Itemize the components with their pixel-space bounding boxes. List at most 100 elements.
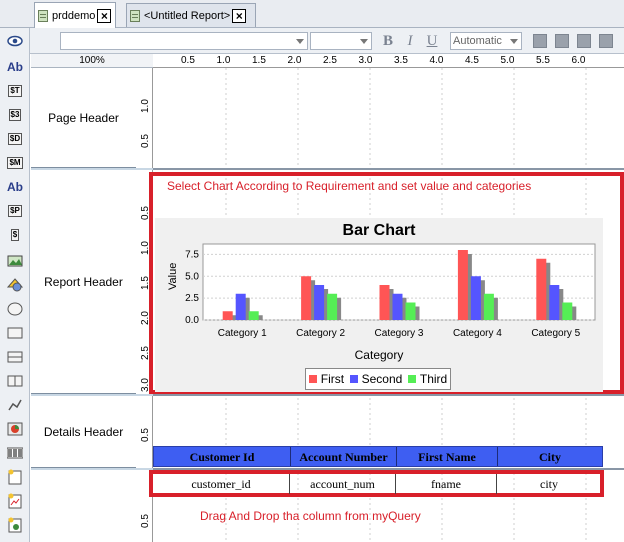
align-center-button[interactable] xyxy=(555,34,569,48)
tab-untitled-label: <Untitled Report> xyxy=(144,9,231,22)
vruler-tick: 0.5 xyxy=(140,428,151,442)
bar-third-2[interactable] xyxy=(327,293,338,320)
legend-label: Second xyxy=(361,372,403,386)
align-right-button[interactable] xyxy=(577,34,591,48)
bar-first-4[interactable] xyxy=(457,250,468,320)
field-fname[interactable]: fname xyxy=(396,474,497,494)
text-field-icon[interactable]: Ab xyxy=(5,58,25,76)
header-first-name[interactable]: First Name xyxy=(397,447,498,466)
resource-field-icon[interactable]: $P xyxy=(5,202,25,220)
zoom-level[interactable]: 100% xyxy=(31,54,153,68)
tab-untitled-report[interactable]: <Untitled Report> × xyxy=(126,3,256,27)
shapes-icon[interactable] xyxy=(5,276,25,294)
bar-second-1[interactable] xyxy=(235,293,246,320)
y-tick-label: 2.5 xyxy=(185,293,199,304)
bar-third-3[interactable] xyxy=(405,302,416,321)
x-tick-label: Category 4 xyxy=(453,328,502,339)
line-height-select[interactable]: Automatic xyxy=(450,32,522,50)
table-of-contents-icon[interactable] xyxy=(5,516,25,534)
ruler-tick: 1.0 xyxy=(216,55,231,66)
band-separator[interactable] xyxy=(153,394,624,396)
resource-message-icon[interactable]: $ xyxy=(5,226,25,244)
ruler-tick: 4.0 xyxy=(429,55,444,66)
label-icon[interactable]: Ab xyxy=(5,178,25,196)
report-file-icon xyxy=(130,9,140,22)
band-details-header[interactable]: Details Header xyxy=(31,396,136,468)
report-file-icon xyxy=(38,9,48,22)
rectangle-icon[interactable] xyxy=(5,324,25,342)
band-report-header[interactable]: Report Header xyxy=(31,170,136,394)
font-size-select[interactable] xyxy=(310,32,372,50)
field-account-num[interactable]: account_num xyxy=(290,474,396,494)
bar-first-1[interactable] xyxy=(222,311,233,320)
vruler-tick: 0.5 xyxy=(140,514,151,528)
line-height-value: Automatic xyxy=(453,35,502,47)
ellipse-icon[interactable] xyxy=(5,300,25,318)
chart-icon[interactable] xyxy=(5,420,25,438)
bar-third-5[interactable] xyxy=(562,302,573,321)
ruler-tick: 4.5 xyxy=(465,55,479,66)
close-tab-icon[interactable]: × xyxy=(97,8,112,23)
band-page-header[interactable]: Page Header xyxy=(31,68,136,168)
close-tab-icon[interactable]: × xyxy=(232,8,247,23)
bar-first-5[interactable] xyxy=(536,258,547,320)
underline-button[interactable]: U xyxy=(424,32,440,50)
bold-button[interactable]: B xyxy=(380,32,396,50)
x-tick-label: Category 1 xyxy=(218,328,267,339)
legend-item-first: First xyxy=(308,372,344,386)
bar-first-3[interactable] xyxy=(379,285,390,320)
legend-swatch xyxy=(349,375,358,383)
bar-third-4[interactable] xyxy=(483,293,494,320)
legend-item-second: Second xyxy=(349,372,403,386)
vertical-line-icon[interactable] xyxy=(5,372,25,390)
align-left-button[interactable] xyxy=(533,34,547,48)
sub-report-icon[interactable] xyxy=(5,468,25,486)
detail-field-row[interactable]: customer_id account_num fname city xyxy=(153,474,603,494)
align-justify-button[interactable] xyxy=(599,34,613,48)
chevron-down-icon xyxy=(510,39,518,44)
field-customer-id[interactable]: customer_id xyxy=(153,474,290,494)
message-field-icon[interactable]: $M xyxy=(5,154,25,172)
sparkline-icon[interactable] xyxy=(5,492,25,510)
font-family-select[interactable] xyxy=(60,32,308,50)
image-field-icon[interactable] xyxy=(5,252,25,270)
vruler-tick: 1.0 xyxy=(140,99,151,113)
y-tick-label: 0.0 xyxy=(185,315,199,326)
bar-chart[interactable]: Bar Chart Value 0.0 2.5 5.0 7.5 Category 1 Ca… xyxy=(155,218,603,392)
header-account-number[interactable]: Account Number xyxy=(291,447,397,466)
survey-scale-icon[interactable] xyxy=(5,396,25,414)
header-city[interactable]: City xyxy=(498,447,602,466)
table-header-row[interactable]: Customer Id Account Number First Name Ci… xyxy=(153,446,603,467)
header-customer-id[interactable]: Customer Id xyxy=(154,447,291,466)
horizontal-line-icon[interactable] xyxy=(5,348,25,366)
ruler-tick: 3.5 xyxy=(394,55,408,66)
bar-third-1[interactable] xyxy=(248,311,259,320)
vertical-ruler-details-header: 0.5 xyxy=(136,396,153,468)
field-city[interactable]: city xyxy=(497,474,601,494)
band-details[interactable] xyxy=(31,470,136,542)
bar-second-2[interactable] xyxy=(314,285,325,320)
band-separator[interactable] xyxy=(153,168,624,170)
drag-instruction-note: Drag And Drop tha column from myQuery xyxy=(200,509,421,523)
ruler-tick: 6.0 xyxy=(571,55,586,66)
document-tab-bar: prddemo × <Untitled Report> × xyxy=(0,0,624,28)
tab-prddemo[interactable]: prddemo × xyxy=(34,2,116,28)
eye-icon[interactable] xyxy=(5,32,25,50)
ruler-tick: 3.0 xyxy=(358,55,373,66)
bar-second-3[interactable] xyxy=(392,293,403,320)
date-field-icon[interactable]: $D xyxy=(5,130,25,148)
ruler-tick: 2.0 xyxy=(287,55,302,66)
italic-button[interactable]: I xyxy=(402,32,418,50)
barcode-icon[interactable] xyxy=(5,444,25,462)
element-palette: Ab $T $3 $D $M Ab $P $ xyxy=(0,28,30,542)
string-field-icon[interactable]: $T xyxy=(5,82,25,100)
x-tick-label: Category 3 xyxy=(375,328,424,339)
bar-first-2[interactable] xyxy=(301,276,312,320)
chevron-down-icon xyxy=(360,39,368,44)
legend-item-third: Third xyxy=(407,372,447,386)
bar-second-4[interactable] xyxy=(470,276,481,320)
ruler-tick: 0.5 xyxy=(181,55,195,66)
number-field-icon[interactable]: $3 xyxy=(5,106,25,124)
band-report-header-label: Report Header xyxy=(44,274,123,289)
bar-second-5[interactable] xyxy=(549,285,560,320)
